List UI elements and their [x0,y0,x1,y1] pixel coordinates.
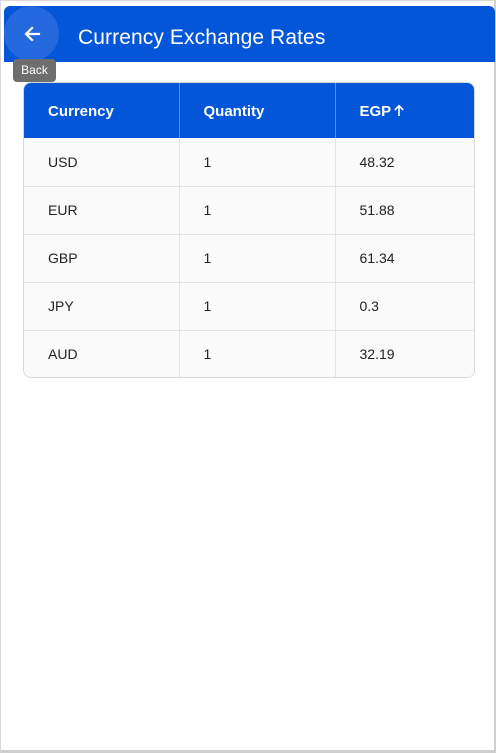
cell-quantity: 1 [178,329,335,377]
cell-quantity: 1 [178,233,335,282]
column-header-currency[interactable]: Currency [24,83,179,138]
cell-egp: 61.34 [334,233,474,282]
app-window: Currency Exchange Rates Back Currency Qu… [0,0,496,753]
table-row: EUR 1 51.88 [24,185,474,234]
arrow-up-icon [393,104,405,121]
table-row: USD 1 48.32 [24,138,474,186]
column-header-quantity[interactable]: Quantity [178,83,335,138]
app-bar: Currency Exchange Rates [4,6,495,62]
arrow-left-icon [23,25,40,42]
cell-currency: AUD [24,329,179,377]
exchange-rates-table: Currency Quantity EGP USD 1 48.32 EUR 1 51.88… [23,82,475,378]
cell-egp: 51.88 [334,185,474,234]
cell-currency: USD [24,138,179,186]
column-header-egp[interactable]: EGP [334,83,474,138]
table-row: AUD 1 32.19 [24,329,474,377]
cell-quantity: 1 [178,138,335,186]
cell-quantity: 1 [178,281,335,330]
table-row: JPY 1 0.3 [24,281,474,330]
back-button[interactable] [4,6,59,61]
table-header-row: Currency Quantity EGP [24,83,474,138]
page-title: Currency Exchange Rates [78,26,326,49]
table-row: GBP 1 61.34 [24,233,474,282]
cell-currency: GBP [24,233,179,282]
cell-quantity: 1 [178,185,335,234]
cell-egp: 32.19 [334,329,474,377]
cell-currency: EUR [24,185,179,234]
cell-egp: 0.3 [334,281,474,330]
back-tooltip: Back [13,59,56,82]
cell-egp: 48.32 [334,138,474,186]
cell-currency: JPY [24,281,179,330]
